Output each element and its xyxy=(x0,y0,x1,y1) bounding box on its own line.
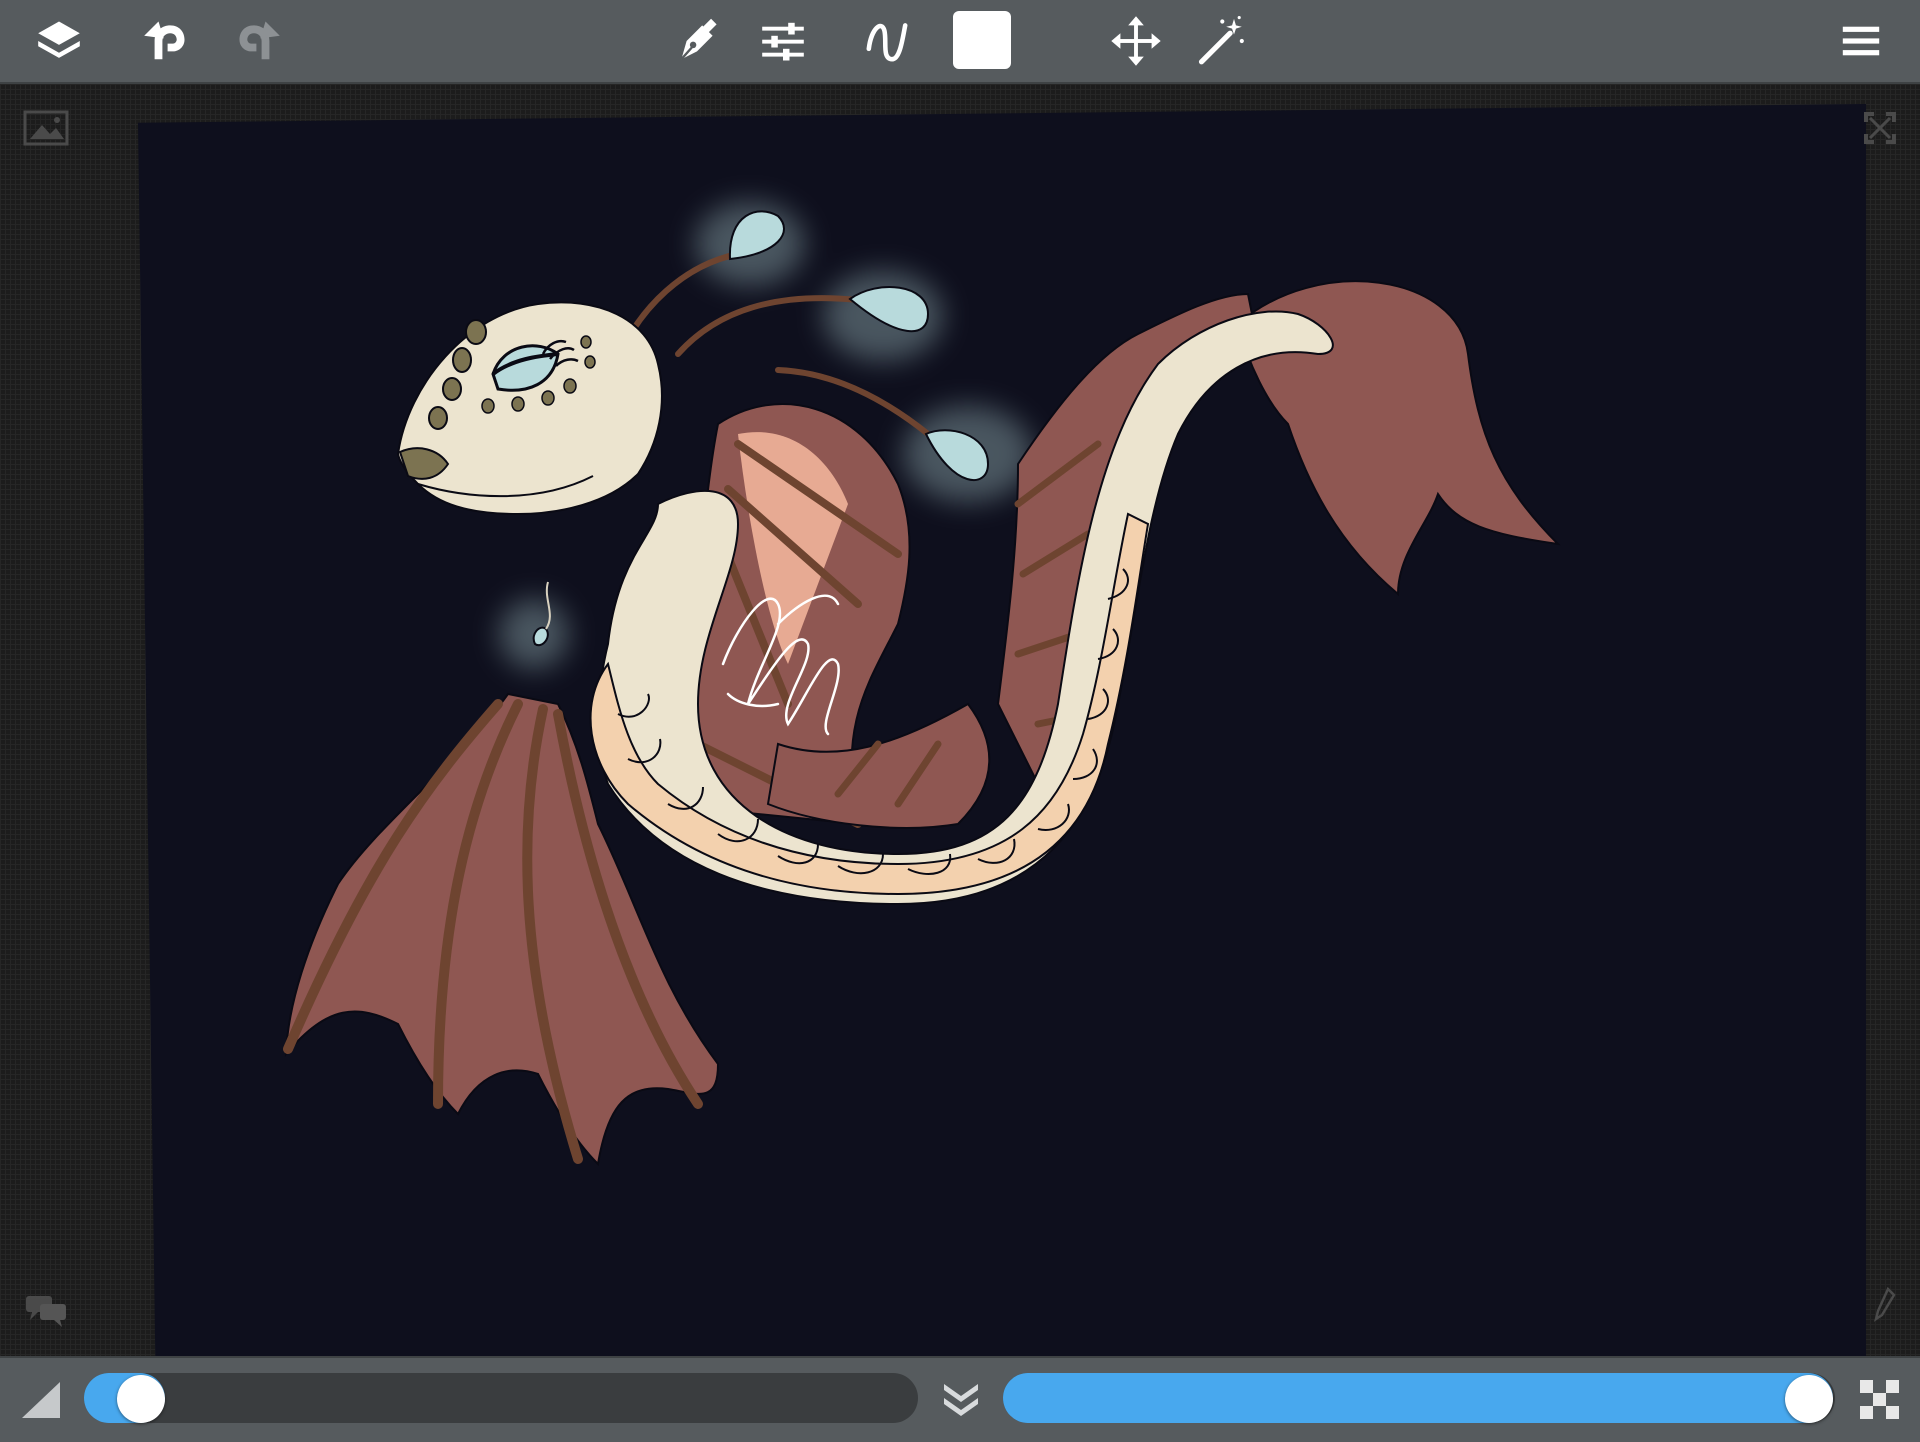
undo-button[interactable] xyxy=(132,8,198,74)
main-menu-button[interactable] xyxy=(1828,8,1894,74)
chat-bubbles-icon[interactable] xyxy=(22,1290,70,1330)
brush-settings-button[interactable] xyxy=(750,8,816,74)
opacity-slider-handle[interactable] xyxy=(1785,1375,1833,1423)
redo-button[interactable] xyxy=(226,8,292,74)
fullscreen-icon[interactable] xyxy=(1860,108,1900,148)
magic-wand-icon xyxy=(1198,16,1244,65)
brush-size-icon xyxy=(22,1382,60,1418)
eyedropper-icon[interactable] xyxy=(1870,1285,1900,1325)
drawing-canvas[interactable] xyxy=(138,104,1866,1356)
double-chevron-down-icon[interactable] xyxy=(938,1378,984,1422)
undo-icon xyxy=(144,21,185,60)
move-arrows-icon xyxy=(1111,16,1161,66)
opacity-checker-icon xyxy=(1860,1380,1899,1419)
magic-wand-button[interactable] xyxy=(1188,8,1254,74)
color-swatch-button[interactable] xyxy=(953,11,1011,69)
redo-icon xyxy=(239,21,280,60)
hamburger-menu-icon xyxy=(1842,26,1880,56)
reference-image-icon[interactable] xyxy=(22,108,70,148)
top-toolbar xyxy=(0,0,1920,84)
dragon-artwork xyxy=(283,202,1561,1167)
opacity-slider[interactable] xyxy=(1003,1373,1835,1423)
brush-size-slider[interactable] xyxy=(84,1373,918,1423)
brush-size-slider-handle[interactable] xyxy=(117,1375,166,1423)
layers-button[interactable] xyxy=(26,8,92,74)
sliders-icon xyxy=(762,22,804,61)
opacity-fill xyxy=(1003,1373,1833,1423)
stabilizer-button[interactable] xyxy=(854,8,920,74)
brush-tool-button[interactable] xyxy=(664,8,730,74)
layers-icon xyxy=(38,21,80,58)
curve-icon xyxy=(866,23,908,62)
pen-nib-icon xyxy=(680,18,717,60)
transform-button[interactable] xyxy=(1103,8,1169,74)
